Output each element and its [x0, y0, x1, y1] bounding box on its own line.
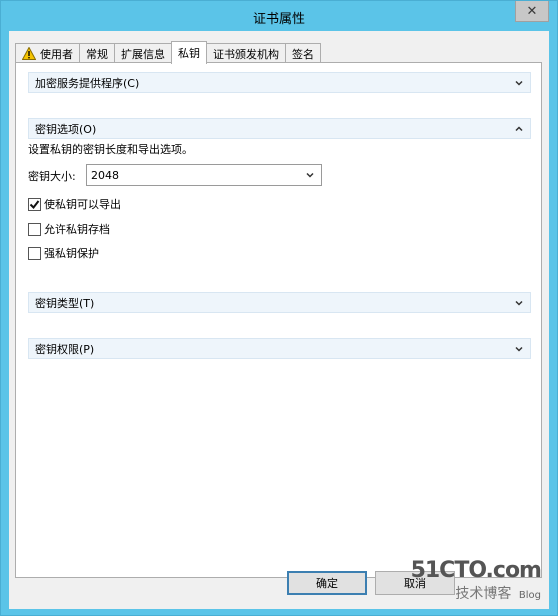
tab-strip: 使用者 常规 扩展信息 私钥 证书颁发机构 签名 [15, 41, 321, 64]
section-title: 加密服务提供程序(C) [35, 76, 140, 90]
key-size-value: 2048 [91, 168, 119, 182]
checkbox-label: 允许私钥存档 [44, 223, 110, 236]
watermark-tagline: 技术博客 [455, 586, 512, 602]
chevron-down-icon [514, 344, 524, 354]
ok-button[interactable]: 确定 [287, 571, 367, 595]
checkbox-strong-protection[interactable]: 强私钥保护 [28, 245, 99, 261]
tab-private-key[interactable]: 私钥 [171, 41, 207, 64]
tab-label: 证书颁发机构 [213, 47, 279, 61]
checkbox-archive[interactable]: 允许私钥存档 [28, 221, 110, 237]
close-button[interactable]: ✕ [515, 1, 549, 22]
section-title: 密钥类型(T) [35, 296, 95, 310]
checkbox-exportable[interactable]: 使私钥可以导出 [28, 196, 121, 212]
checkbox-label: 强私钥保护 [44, 247, 99, 260]
section-key-type[interactable]: 密钥类型(T) [28, 292, 531, 313]
chevron-down-icon [514, 298, 524, 308]
key-size-select[interactable]: 2048 [86, 164, 322, 186]
dialog-client-area: 使用者 常规 扩展信息 私钥 证书颁发机构 签名 加密服务提供程序(C) 密钥选… [9, 31, 549, 609]
tab-label: 常规 [86, 47, 108, 61]
key-options-description: 设置私钥的密钥长度和导出选项。 [28, 143, 193, 156]
watermark: 51CTO.com 技术博客 Blog [410, 558, 542, 603]
tab-label: 私钥 [178, 47, 200, 60]
section-title: 密钥权限(P) [35, 342, 95, 356]
tab-signature[interactable]: 签名 [285, 43, 321, 63]
checkbox-unchecked[interactable] [28, 246, 41, 260]
chevron-down-icon [514, 78, 524, 88]
close-icon: ✕ [526, 3, 538, 19]
window-title: 证书属性 [252, 12, 305, 27]
checkbox-checked[interactable] [28, 197, 41, 211]
tab-general[interactable]: 常规 [79, 43, 115, 63]
key-size-label: 密钥大小: [28, 170, 76, 183]
chevron-up-icon [514, 124, 524, 134]
tab-extensions[interactable]: 扩展信息 [114, 43, 172, 63]
section-key-permissions[interactable]: 密钥权限(P) [28, 338, 531, 359]
tab-certification-authority[interactable]: 证书颁发机构 [206, 43, 286, 63]
checkbox-label: 使私钥可以导出 [44, 198, 121, 211]
watermark-tagline-row: 技术博客 Blog [411, 583, 541, 603]
tab-subject[interactable]: 使用者 [15, 43, 80, 63]
ok-button-label: 确定 [316, 577, 338, 590]
title-bar[interactable]: 证书属性 ✕ [1, 1, 557, 31]
dialog-window: 证书属性 ✕ 使用者 常规 扩展信息 私钥 证书颁发机构 签名 加密服务提供程序… [0, 0, 558, 616]
section-title: 密钥选项(O) [35, 122, 97, 136]
tab-label: 使用者 [40, 47, 73, 61]
warning-icon [22, 47, 36, 60]
tab-label: 签名 [292, 47, 314, 61]
section-csp[interactable]: 加密服务提供程序(C) [28, 72, 531, 93]
tab-panel-private-key: 加密服务提供程序(C) 密钥选项(O) 设置私钥的密钥长度和导出选项。 密钥大小… [15, 62, 542, 578]
watermark-blog: Blog [518, 590, 541, 601]
watermark-site: 51CTO.com [410, 558, 542, 583]
chevron-down-icon [305, 170, 315, 180]
section-key-options[interactable]: 密钥选项(O) [28, 118, 531, 139]
checkbox-unchecked[interactable] [28, 222, 41, 236]
tab-label: 扩展信息 [121, 47, 165, 61]
